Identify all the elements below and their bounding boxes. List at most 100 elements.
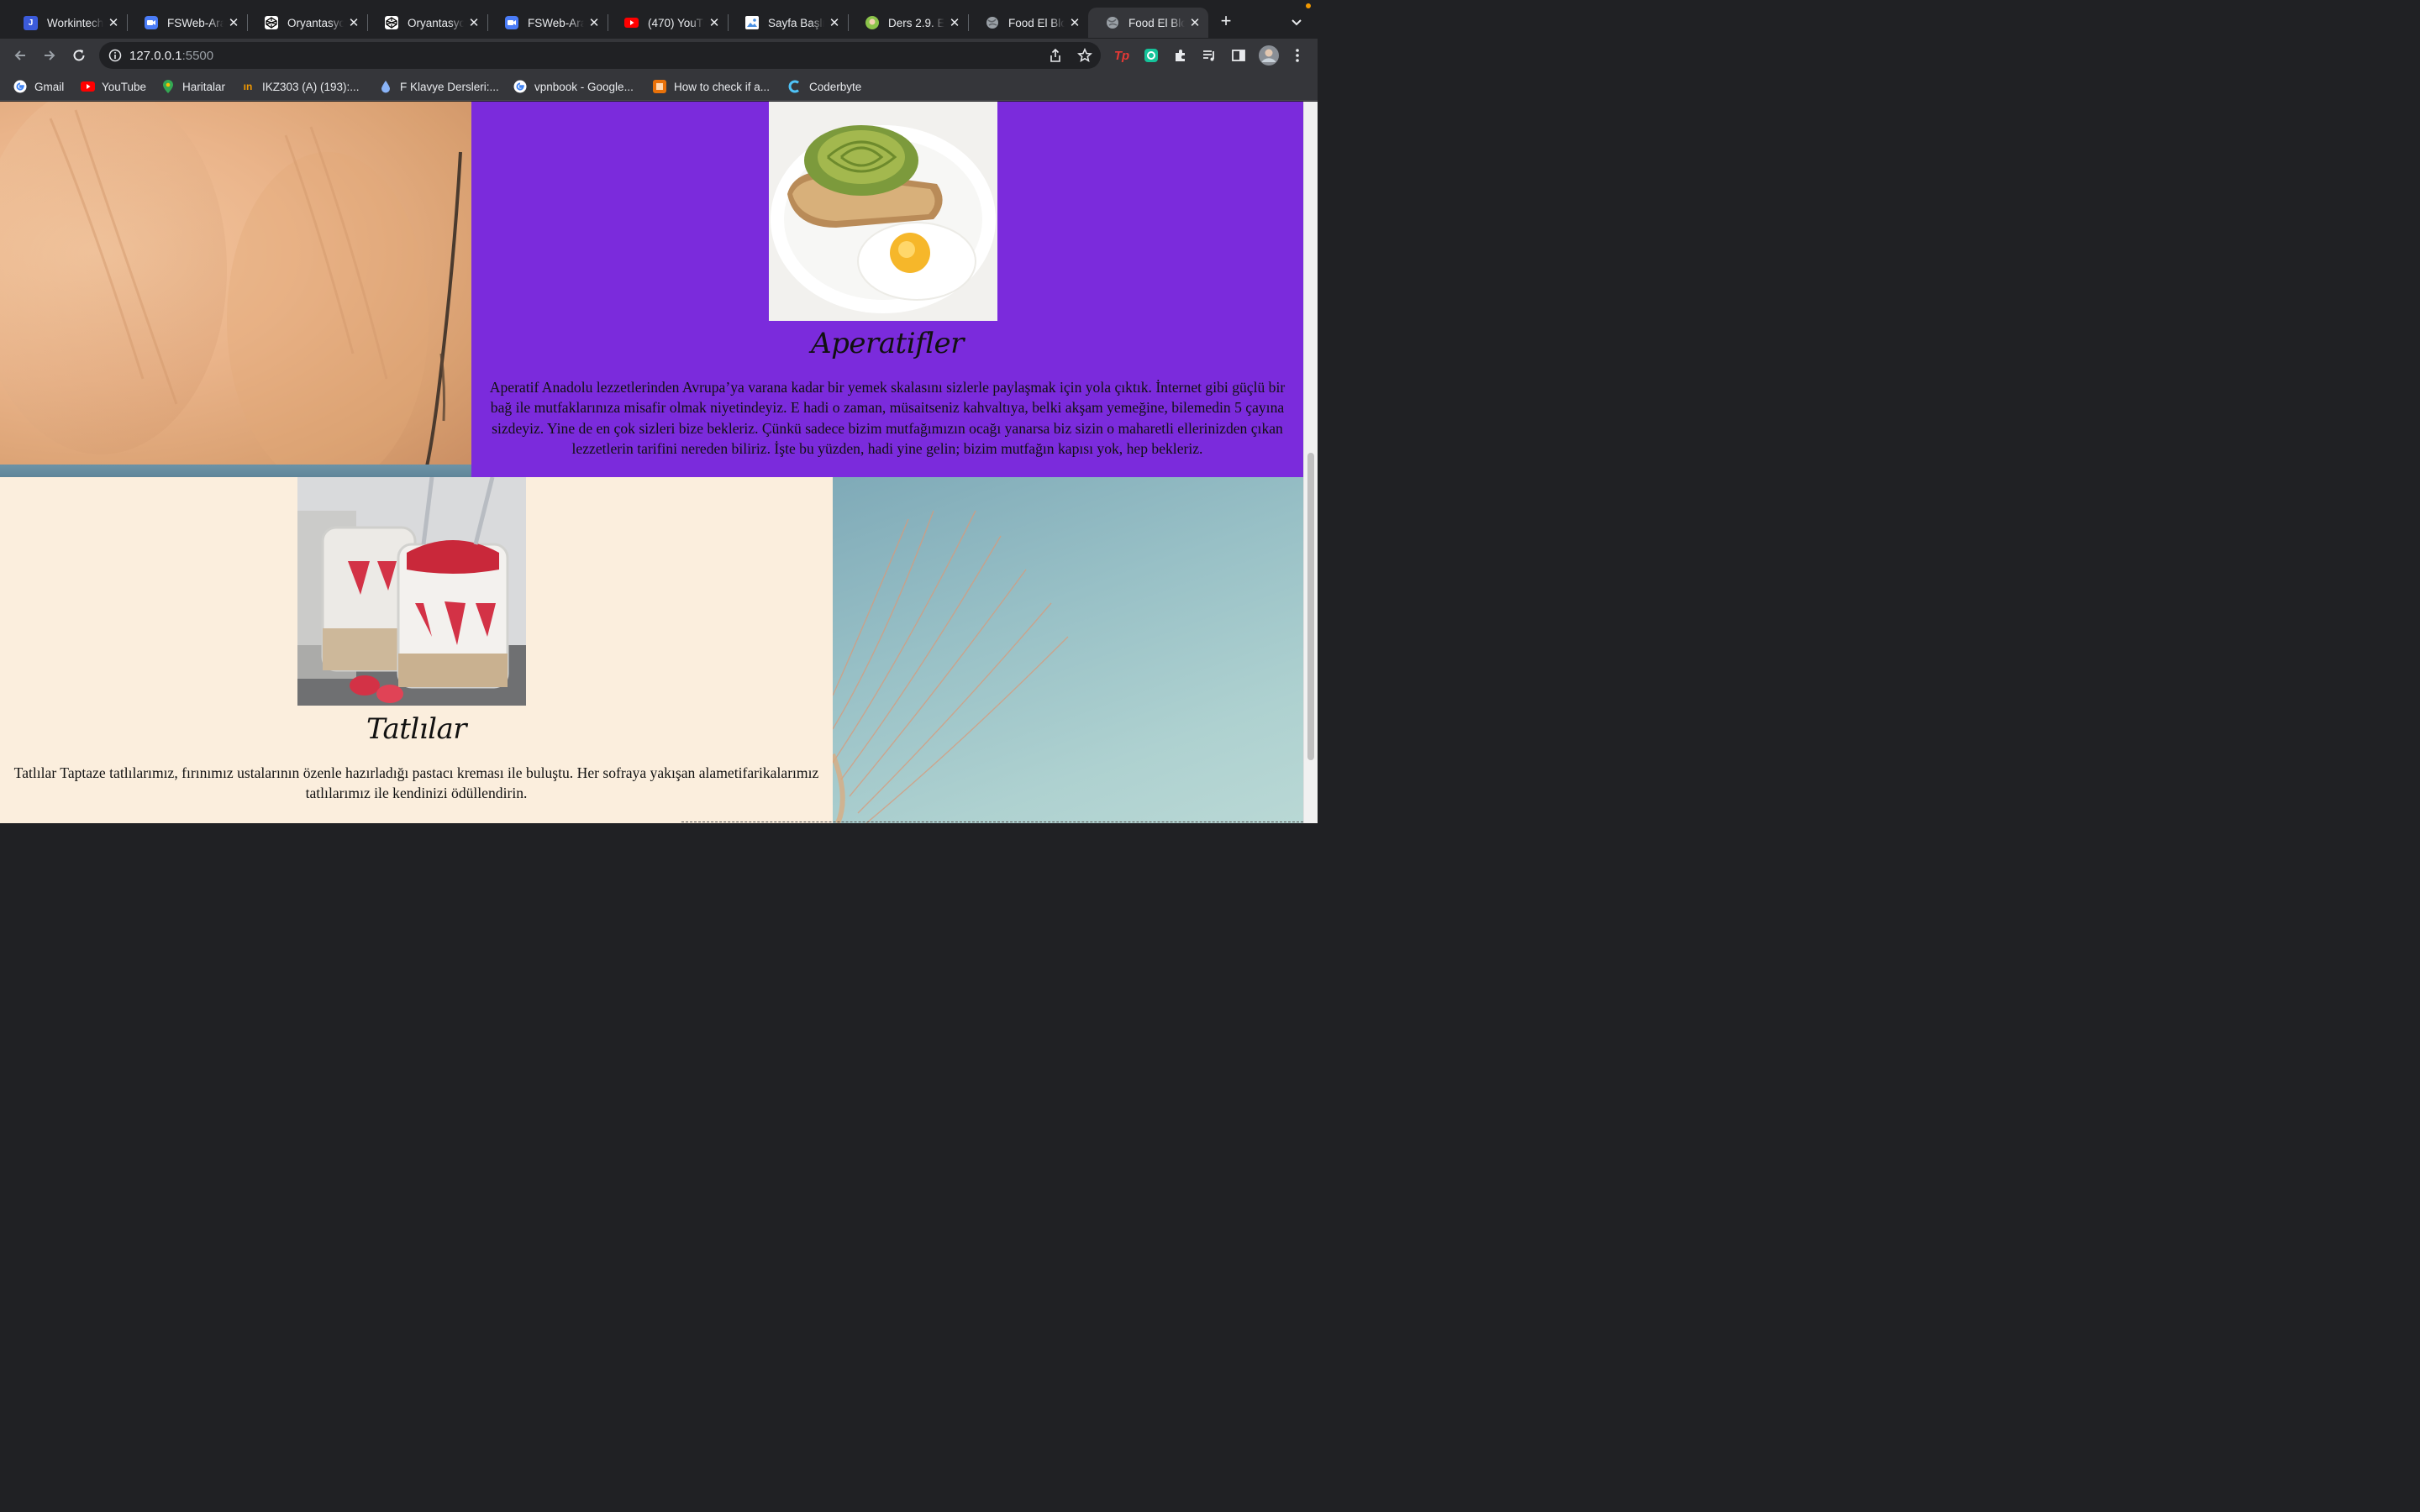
coderbyte-icon <box>787 79 802 94</box>
browser-menu-icon[interactable] <box>1288 46 1307 65</box>
ikz-icon: ın <box>243 81 253 92</box>
close-tab-icon[interactable]: ✕ <box>227 16 240 30</box>
side-panel-icon[interactable] <box>1229 46 1248 65</box>
page-viewport: Aperatifler Aperatif Anadolu lezzetlerin… <box>0 102 1318 823</box>
google-icon <box>13 79 28 94</box>
tatlilar-text: Tatlılar Taptaze tatlılarımız, fırınımız… <box>13 764 819 802</box>
tab-search-icon[interactable] <box>1289 14 1304 29</box>
tab-title: Oryantasyon <box>287 16 344 29</box>
bookmark-label: How to check if a... <box>674 80 771 93</box>
reload-icon <box>73 50 85 61</box>
share-icon[interactable] <box>1046 46 1065 65</box>
close-tab-icon[interactable]: ✕ <box>708 16 721 30</box>
youtube-icon <box>80 79 95 94</box>
bookmark-label: Coderbyte <box>809 80 862 93</box>
image-bottom-strip <box>0 465 471 477</box>
bookmark-label: Haritalar <box>182 80 226 93</box>
bookmark-item[interactable]: vpnbook - Google... <box>513 78 634 95</box>
tab-strip: JWorkintech✕FSWeb-Aral✕Oryantasyon✕Oryan… <box>0 0 1318 39</box>
bookmark-label: IKZ303 (A) (193):... <box>262 80 360 93</box>
aperatifler-section: Aperatifler Aperatif Anadolu lezzetlerin… <box>471 102 1303 477</box>
image-icon <box>744 16 759 30</box>
maps-icon <box>160 79 176 94</box>
tab-title: FSWeb-Aral <box>528 16 584 29</box>
profile-avatar[interactable] <box>1258 45 1280 66</box>
bookmark-label: YouTube <box>102 80 147 93</box>
globe-icon <box>985 16 999 30</box>
bookmark-item[interactable]: Haritalar <box>160 78 225 95</box>
box-icon <box>652 79 667 94</box>
media-queue-icon[interactable] <box>1200 46 1218 65</box>
extension-grammarly-icon[interactable] <box>1142 46 1160 65</box>
extensions-puzzle-icon[interactable] <box>1171 46 1190 65</box>
new-tab-button[interactable]: + <box>1216 12 1236 32</box>
tab-9[interactable]: Food El Blog✕ <box>1088 8 1208 38</box>
tab-title: FSWeb-Aral <box>167 16 224 29</box>
avocado-toast-image <box>769 102 997 321</box>
youtube-icon <box>624 16 639 30</box>
bookmark-item[interactable]: ın IKZ303 (A) (193):... <box>240 78 360 95</box>
reload-button[interactable] <box>69 45 89 66</box>
tab-title: Food El Blog <box>1008 16 1065 29</box>
tab-4[interactable]: FSWeb-Aral ✕ <box>487 8 608 38</box>
google-icon <box>513 79 528 94</box>
bookmark-label: vpnbook - Google... <box>534 80 634 93</box>
globe-icon <box>1105 16 1119 30</box>
tab-title: Sayfa Başlık <box>768 16 824 29</box>
arrow-left-icon <box>14 50 25 60</box>
info-icon[interactable] <box>108 49 122 62</box>
parfait-image <box>297 477 526 706</box>
avatar-icon <box>865 16 879 30</box>
close-tab-icon[interactable]: ✕ <box>107 16 120 30</box>
close-tab-icon[interactable]: ✕ <box>1068 16 1081 30</box>
tab-6[interactable]: Sayfa Başlık ✕ <box>728 8 848 38</box>
bookmark-star-icon[interactable] <box>1076 46 1094 65</box>
scrollbar-thumb[interactable] <box>1307 453 1314 760</box>
close-tab-icon[interactable]: ✕ <box>948 16 961 30</box>
address-bar[interactable]: 127.0.0.1:5500 <box>99 42 1101 69</box>
aperatifler-title: Aperatifler <box>811 327 964 360</box>
wheat-background-image <box>0 102 471 477</box>
close-tab-icon[interactable]: ✕ <box>828 16 841 30</box>
address-url[interactable]: 127.0.0.1:5500 <box>129 49 213 63</box>
tab-5[interactable]: (470) YouTu ✕ <box>608 8 728 38</box>
close-tab-icon[interactable]: ✕ <box>467 16 481 30</box>
tatlilar-section: Tatlılar Tatlılar Taptaze tatlılarımız, … <box>0 477 833 823</box>
codepen-icon <box>264 16 278 30</box>
zoom-icon <box>504 16 518 30</box>
page-scrollbar[interactable] <box>1303 102 1318 823</box>
forward-button[interactable] <box>39 45 60 66</box>
tab-7[interactable]: Ders 2.9. En ✕ <box>848 8 968 38</box>
bookmark-item[interactable]: How to check if a... <box>652 78 770 95</box>
aperatifler-text: Aperatif Anadolu lezzetlerinden Avrupa’y… <box>489 379 1286 458</box>
tab-title: Food El Blog <box>1128 16 1185 29</box>
tab-2[interactable]: Oryantasyon✕ <box>247 8 367 38</box>
codepen-icon <box>384 16 398 30</box>
tab-8[interactable]: Food El Blog✕ <box>968 8 1088 38</box>
tatlilar-title: Tatlılar <box>366 712 467 746</box>
bookmark-label: Gmail <box>34 80 65 93</box>
tab-title: Workintech <box>47 16 103 29</box>
bookmark-label: F Klavye Dersleri:... <box>400 80 499 93</box>
bookmark-item[interactable]: F Klavye Dersleri:... <box>378 78 499 95</box>
back-button[interactable] <box>10 45 30 66</box>
workintech-icon: J <box>24 15 38 30</box>
arrow-right-icon <box>45 50 55 60</box>
close-tab-icon[interactable]: ✕ <box>347 16 360 30</box>
bookmark-item[interactable]: Coderbyte <box>787 78 861 95</box>
drop-icon <box>378 79 393 94</box>
tab-title: Oryantasyon <box>408 16 464 29</box>
tab-title: (470) YouTu <box>648 16 704 29</box>
bookmark-item[interactable]: Gmail <box>13 78 64 95</box>
close-tab-icon[interactable]: ✕ <box>1188 16 1202 30</box>
tab-1[interactable]: FSWeb-Aral ✕ <box>127 8 247 38</box>
close-tab-icon[interactable]: ✕ <box>587 16 601 30</box>
tab-title: Ders 2.9. En <box>888 16 944 29</box>
zoom-icon <box>144 16 158 30</box>
extension-tp-icon[interactable]: Tp <box>1113 46 1131 65</box>
tab-3[interactable]: Oryantasyon✕ <box>367 8 487 38</box>
notification-dot <box>1306 3 1311 8</box>
tab-0[interactable]: J Workintech ✕ <box>7 8 127 38</box>
bookmark-item[interactable]: YouTube <box>80 78 146 95</box>
browser-toolbar: 127.0.0.1:5500 Tp <box>0 39 1318 72</box>
